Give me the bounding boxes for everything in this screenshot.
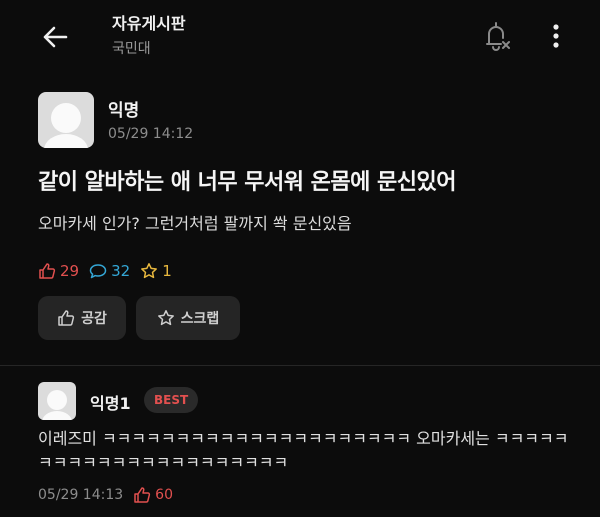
post-body: 오마카세 인가? 그런거처럼 팔까지 쏵 문신있음: [38, 214, 352, 233]
post-stats: 29 32 1: [38, 260, 182, 282]
comment-like-value: 60: [155, 487, 173, 503]
thumbs-up-icon: [39, 263, 56, 279]
comment-meta: 05/29 14:13 60: [38, 484, 173, 506]
scrap-button[interactable]: 스크랩: [136, 296, 240, 340]
like-button-label: 공감: [81, 311, 107, 327]
star-icon: [141, 263, 158, 279]
post-author: 익명: [108, 101, 140, 121]
avatar: [38, 92, 94, 148]
star-icon: [157, 310, 174, 326]
comment-like-count: 60: [133, 486, 173, 504]
divider: [0, 365, 600, 366]
scrap-button-label: 스크랩: [180, 311, 220, 327]
comment-author: 익명1: [90, 394, 131, 413]
like-count-value: 29: [60, 262, 80, 280]
like-button[interactable]: 공감: [38, 296, 126, 340]
board-title: 자유게시판: [112, 14, 186, 33]
comment-icon: [89, 264, 107, 279]
comment-time: 05/29 14:13: [38, 487, 124, 503]
comment-count-value: 32: [111, 262, 131, 280]
comment-text: 이레즈미 ㅋㅋㅋㅋㅋㅋㅋㅋㅋㅋㅋㅋㅋㅋㅋㅋㅋㅋㅋㅋㅋ 오마카세는 ㅋㅋㅋㅋㅋㅋㅋ…: [38, 429, 569, 472]
comment-count: 32: [89, 262, 130, 280]
like-count: 29: [38, 262, 79, 280]
school-name: 국민대: [112, 41, 151, 57]
post-title: 같이 알바하는 애 너무 무서워 온몸에 문신있어: [38, 170, 457, 195]
scrap-count-value: 1: [162, 262, 172, 280]
post-actions: 공감 스크랩: [38, 296, 250, 340]
scrap-count: 1: [140, 262, 172, 280]
best-badge: BEST: [144, 387, 199, 413]
header-titles: 자유게시판 국민대: [112, 14, 186, 58]
more-vertical-icon[interactable]: [544, 18, 568, 54]
app-header: 자유게시판 국민대: [0, 0, 600, 70]
bell-off-icon[interactable]: [478, 18, 514, 54]
back-arrow-icon[interactable]: [38, 20, 72, 54]
post-time: 05/29 14:12: [108, 126, 194, 142]
thumbs-up-icon: [134, 487, 151, 503]
comment-avatar: [38, 382, 76, 420]
thumbs-up-icon: [58, 310, 75, 326]
